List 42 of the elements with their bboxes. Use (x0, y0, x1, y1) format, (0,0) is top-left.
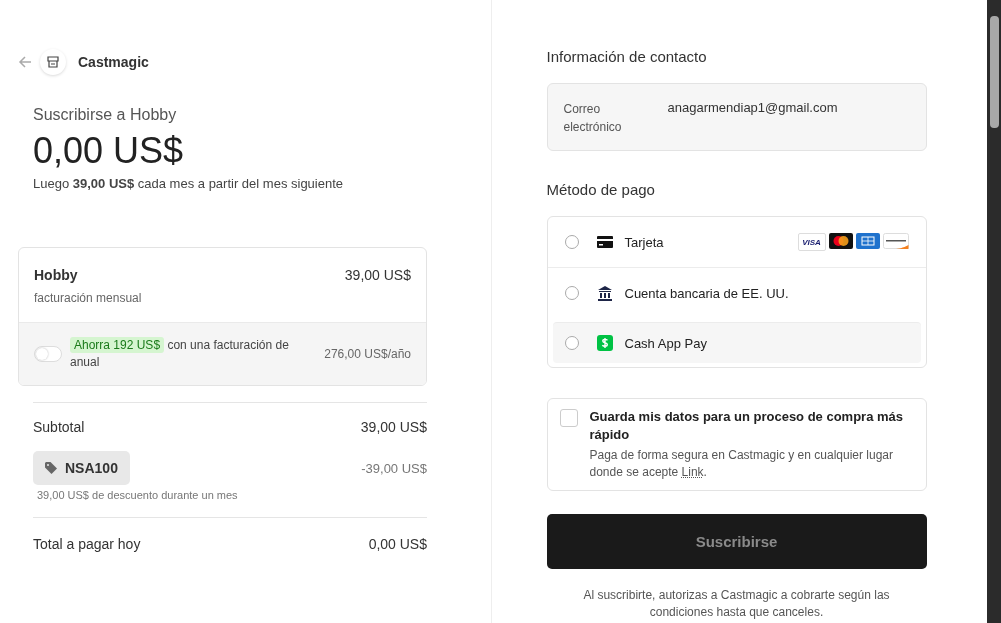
amex-logo (855, 233, 880, 249)
link[interactable]: Link (681, 465, 704, 479)
back-arrow-icon[interactable] (18, 55, 32, 69)
contact-heading: Información de contacto (546, 48, 708, 65)
annual-price: 276,00 US$/año (324, 347, 411, 361)
billing-period: facturación mensual (34, 291, 142, 305)
subscribe-button[interactable]: Suscribirse (546, 514, 927, 569)
visa-logo: VISA (797, 233, 826, 251)
discount-amount: -39,00 US$ (361, 460, 427, 476)
payment-method-option[interactable]: Cuenta bancaria de EE. UU. (624, 285, 789, 301)
radio-button[interactable] (564, 235, 579, 249)
mastercard-logo (828, 233, 853, 249)
subscription-title: Suscribirse a Hobby (33, 106, 178, 124)
total-value: 0,00 US$ (368, 536, 427, 552)
subtotal-value: 39,00 US$ (360, 419, 427, 435)
plan-price: 39,00 US$ (344, 267, 411, 285)
email-field[interactable]: Correo electrónico anagarmendiap1@gmail.com (546, 83, 927, 151)
total-label: Total a pagar hoy (33, 536, 141, 552)
checkbox[interactable] (559, 409, 578, 427)
tag-icon (45, 462, 57, 474)
dollar-icon (596, 335, 613, 351)
discount-note: 39,00 US$ de descuento durante un mes (36, 489, 239, 501)
price-today: 0,00 US$ (33, 130, 185, 172)
payment-method-option[interactable]: Tarjeta (624, 234, 664, 250)
scrollbar[interactable] (987, 0, 1001, 623)
radio-button[interactable] (564, 336, 579, 350)
terms-text: Al suscribirte, autorizas a Castmagic a cobrarte según las condiciones hasta que canceles. (582, 587, 891, 621)
price-note: Luego 39,00 US$ cada mes a partir del mes siguiente (33, 176, 345, 191)
save-info-title: Guarda mis datos para un proceso de compra más rápido (589, 408, 905, 444)
brand-name: Castmagic (78, 54, 149, 70)
bank-icon (596, 285, 613, 301)
card-icon (596, 236, 613, 248)
payment-heading: Método de pago (546, 181, 656, 198)
save-info-text: Paga de forma segura en Castmagic y en cualquier lugar donde se acepte Link. (589, 447, 894, 481)
discover-logo (882, 233, 909, 249)
coupon-chip[interactable]: NSA100 (33, 451, 130, 485)
payment-method-option[interactable]: Cash App Pay (624, 335, 707, 351)
annual-toggle[interactable] (34, 346, 62, 362)
radio-button[interactable] (564, 286, 579, 300)
plan-name: Hobby (34, 267, 79, 283)
annual-offer: Ahorra 192 US$ con una facturación de anual (70, 337, 290, 371)
subtotal-label: Subtotal (33, 419, 85, 435)
